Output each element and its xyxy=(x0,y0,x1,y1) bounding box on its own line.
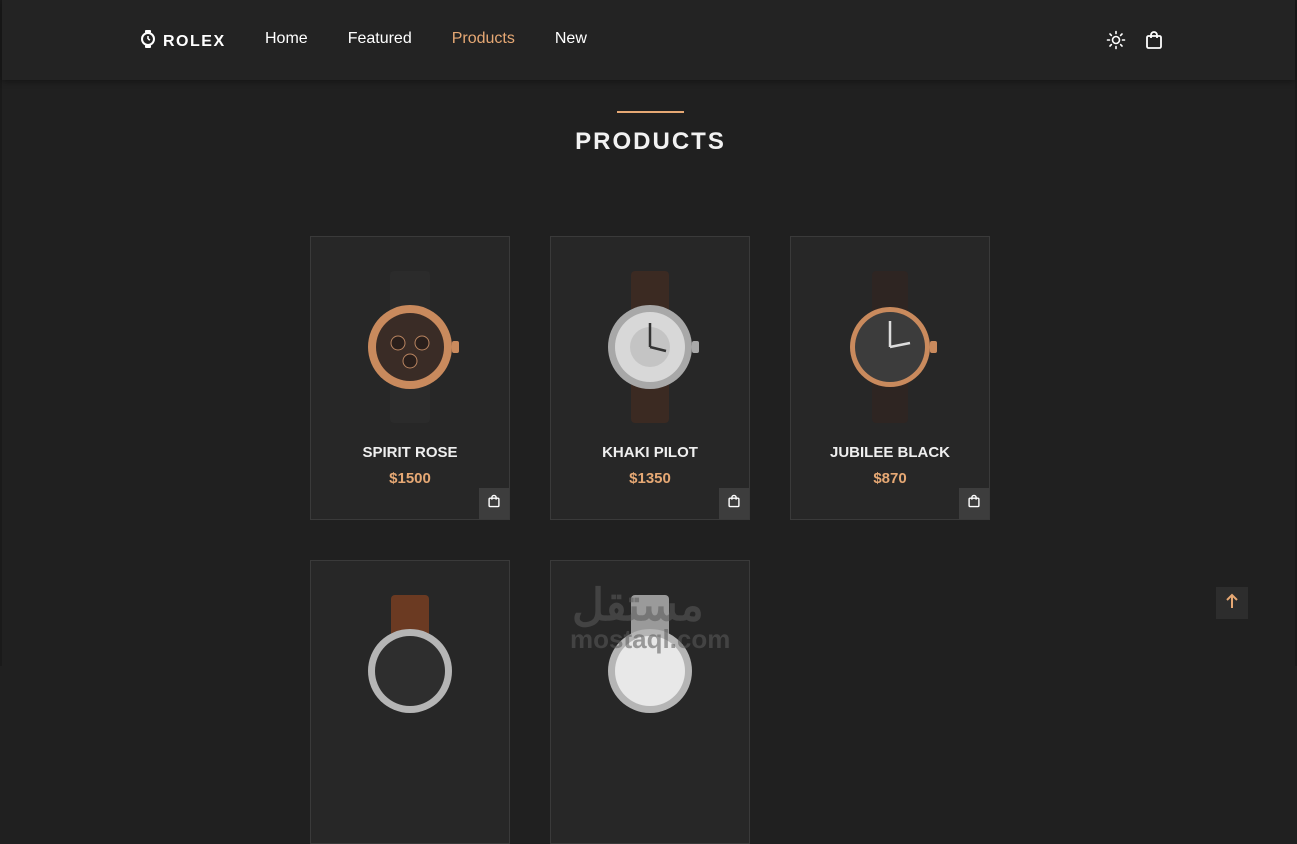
shopping-bag-icon xyxy=(727,494,741,513)
product-name: JUBILEE BLACK xyxy=(829,444,950,461)
product-image xyxy=(360,271,460,423)
watermark-latin: mostaql.com xyxy=(570,624,731,654)
product-price: $870 xyxy=(873,470,907,487)
product-image xyxy=(360,595,460,747)
nav-products[interactable]: Products xyxy=(452,30,515,48)
sun-icon[interactable] xyxy=(1106,30,1126,50)
product-card[interactable]: JUBILEE BLACK $870 xyxy=(790,236,990,520)
brand-logo[interactable]: ROLEX xyxy=(140,30,226,53)
add-to-cart-button[interactable] xyxy=(719,488,749,519)
site-header: ROLEX Home Featured Products New xyxy=(2,0,1295,80)
shopping-bag-icon xyxy=(487,494,501,513)
arrow-up-icon xyxy=(1225,593,1239,614)
header-actions xyxy=(1106,30,1164,50)
watch-icon xyxy=(140,30,156,53)
product-name: SPIRIT ROSE xyxy=(362,444,458,461)
title-underline xyxy=(617,111,684,113)
page: ROLEX Home Featured Products New PRODUCT… xyxy=(0,0,1297,844)
nav-featured[interactable]: Featured xyxy=(348,30,412,48)
product-price: $1350 xyxy=(629,470,671,487)
scroll-to-top-button[interactable] xyxy=(1216,587,1248,619)
add-to-cart-button[interactable] xyxy=(479,488,509,519)
shopping-bag-icon xyxy=(967,494,981,513)
shopping-bag-icon[interactable] xyxy=(1144,30,1164,50)
section-title: PRODUCTS xyxy=(575,128,726,155)
add-to-cart-button[interactable] xyxy=(959,488,989,519)
product-card[interactable]: SPIRIT ROSE $1500 xyxy=(310,236,510,520)
watermark: مستقل mostaql.com xyxy=(570,580,740,654)
product-price: $1500 xyxy=(389,470,431,487)
nav-home[interactable]: Home xyxy=(265,30,308,48)
brand-name: ROLEX xyxy=(163,32,226,50)
product-name: KHAKI PILOT xyxy=(602,444,698,461)
nav-new[interactable]: New xyxy=(555,30,587,48)
product-image xyxy=(840,271,940,423)
product-card[interactable] xyxy=(310,560,510,844)
product-image xyxy=(600,271,700,423)
product-card[interactable]: KHAKI PILOT $1350 xyxy=(550,236,750,520)
main-nav: Home Featured Products New xyxy=(265,30,627,48)
